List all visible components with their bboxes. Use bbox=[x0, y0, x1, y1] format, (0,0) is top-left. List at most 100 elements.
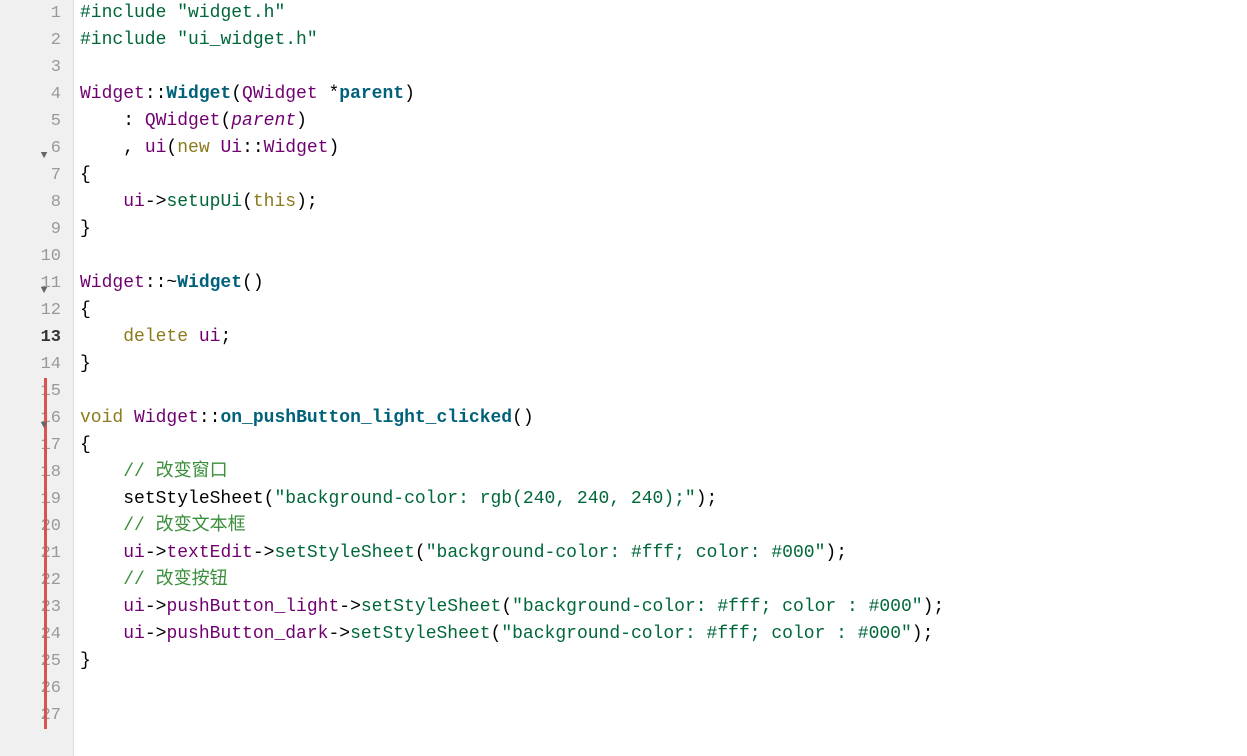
code-line[interactable]: , ui(new Ui::Widget) bbox=[80, 135, 1247, 162]
code-token: } bbox=[80, 351, 91, 378]
line-number[interactable]: 13 bbox=[41, 324, 69, 351]
code-token: "background-color: #fff; color: #000" bbox=[426, 540, 826, 567]
code-token: ( bbox=[415, 540, 426, 567]
gutter-row: 9 bbox=[0, 216, 73, 243]
code-token: setupUi bbox=[166, 189, 242, 216]
code-token: ( bbox=[166, 135, 177, 162]
line-number[interactable]: 6 bbox=[51, 135, 69, 162]
change-marker bbox=[44, 702, 47, 729]
code-area[interactable]: #include "widget.h"#include "ui_widget.h… bbox=[74, 0, 1247, 756]
code-token: { bbox=[80, 162, 91, 189]
gutter-row: 21 bbox=[0, 540, 73, 567]
code-token: delete bbox=[123, 324, 188, 351]
code-token: setStyleSheet bbox=[361, 594, 501, 621]
code-line[interactable]: setStyleSheet("background-color: rgb(240… bbox=[80, 486, 1247, 513]
code-line[interactable]: : QWidget(parent) bbox=[80, 108, 1247, 135]
code-token: ; bbox=[220, 324, 231, 351]
code-token: setStyleSheet bbox=[350, 621, 490, 648]
code-line[interactable]: // 改变文本框 bbox=[80, 513, 1247, 540]
code-token: ) bbox=[328, 135, 339, 162]
code-line[interactable] bbox=[80, 702, 1247, 729]
code-line[interactable] bbox=[80, 243, 1247, 270]
code-token: Widget bbox=[264, 135, 329, 162]
code-line[interactable]: Widget::Widget(QWidget *parent) bbox=[80, 81, 1247, 108]
change-marker bbox=[44, 459, 47, 486]
code-token: () bbox=[512, 405, 534, 432]
gutter-row: 13 bbox=[0, 324, 73, 351]
code-line[interactable]: ui->textEdit->setStyleSheet("background-… bbox=[80, 540, 1247, 567]
code-token bbox=[80, 513, 123, 540]
code-line[interactable]: } bbox=[80, 216, 1247, 243]
code-token: void bbox=[80, 405, 123, 432]
code-line[interactable]: // 改变按钮 bbox=[80, 567, 1247, 594]
code-token: Widget bbox=[166, 81, 231, 108]
line-number[interactable]: 9 bbox=[51, 216, 69, 243]
change-marker bbox=[44, 513, 47, 540]
code-token bbox=[166, 0, 177, 27]
gutter-row: 2 bbox=[0, 27, 73, 54]
line-number[interactable]: 5 bbox=[51, 108, 69, 135]
line-number[interactable]: 10 bbox=[41, 243, 69, 270]
code-line[interactable]: void Widget::on_pushButton_light_clicked… bbox=[80, 405, 1247, 432]
code-line[interactable]: delete ui; bbox=[80, 324, 1247, 351]
code-token: "background-color: rgb(240, 240, 240);" bbox=[274, 486, 695, 513]
code-token bbox=[80, 189, 123, 216]
code-token: :: bbox=[199, 405, 221, 432]
code-token: setStyleSheet bbox=[123, 486, 263, 513]
code-token: new bbox=[177, 135, 209, 162]
gutter-row: ▼16 bbox=[0, 405, 73, 432]
code-token: ui bbox=[199, 324, 221, 351]
line-number[interactable]: 3 bbox=[51, 54, 69, 81]
gutter-row: 3 bbox=[0, 54, 73, 81]
line-number[interactable]: 7 bbox=[51, 162, 69, 189]
change-marker bbox=[44, 621, 47, 648]
line-number[interactable]: 2 bbox=[51, 27, 69, 54]
line-number[interactable]: 4 bbox=[51, 81, 69, 108]
code-line[interactable]: { bbox=[80, 297, 1247, 324]
code-token: // 改变文本框 bbox=[123, 513, 245, 540]
code-line[interactable]: } bbox=[80, 351, 1247, 378]
code-token: { bbox=[80, 297, 91, 324]
code-token: QWidget bbox=[145, 108, 221, 135]
code-line[interactable]: ui->pushButton_dark->setStyleSheet("back… bbox=[80, 621, 1247, 648]
gutter-row: 8 bbox=[0, 189, 73, 216]
gutter-row: 5 bbox=[0, 108, 73, 135]
gutter-row: ▼11 bbox=[0, 270, 73, 297]
gutter-row: 7 bbox=[0, 162, 73, 189]
change-marker bbox=[44, 486, 47, 513]
code-token bbox=[166, 27, 177, 54]
code-line[interactable] bbox=[80, 54, 1247, 81]
code-line[interactable]: #include "widget.h" bbox=[80, 0, 1247, 27]
line-number[interactable]: 12 bbox=[41, 297, 69, 324]
code-line[interactable]: #include "ui_widget.h" bbox=[80, 27, 1247, 54]
code-line[interactable]: Widget::~Widget() bbox=[80, 270, 1247, 297]
code-token: textEdit bbox=[166, 540, 252, 567]
code-line[interactable]: { bbox=[80, 162, 1247, 189]
code-line[interactable]: // 改变窗口 bbox=[80, 459, 1247, 486]
code-token: Widget bbox=[177, 270, 242, 297]
code-token: ); bbox=[296, 189, 318, 216]
gutter-row: 15 bbox=[0, 378, 73, 405]
code-token: ( bbox=[231, 81, 242, 108]
code-token: Widget bbox=[80, 81, 145, 108]
code-token: () bbox=[242, 270, 264, 297]
gutter-row: ▼6 bbox=[0, 135, 73, 162]
code-token: ( bbox=[501, 594, 512, 621]
code-line[interactable]: ui->setupUi(this); bbox=[80, 189, 1247, 216]
code-line[interactable] bbox=[80, 378, 1247, 405]
code-token: "widget.h" bbox=[177, 0, 285, 27]
code-token: ); bbox=[696, 486, 718, 513]
code-line[interactable]: ui->pushButton_light->setStyleSheet("bac… bbox=[80, 594, 1247, 621]
code-token: Widget bbox=[80, 270, 145, 297]
code-token bbox=[80, 567, 123, 594]
gutter-row: 19 bbox=[0, 486, 73, 513]
code-line[interactable] bbox=[80, 675, 1247, 702]
line-number[interactable]: 14 bbox=[41, 351, 69, 378]
line-number[interactable]: 8 bbox=[51, 189, 69, 216]
code-token bbox=[80, 621, 123, 648]
change-marker bbox=[44, 432, 47, 459]
line-number[interactable]: 1 bbox=[51, 0, 69, 27]
code-token: ); bbox=[825, 540, 847, 567]
code-line[interactable]: } bbox=[80, 648, 1247, 675]
code-line[interactable]: { bbox=[80, 432, 1247, 459]
